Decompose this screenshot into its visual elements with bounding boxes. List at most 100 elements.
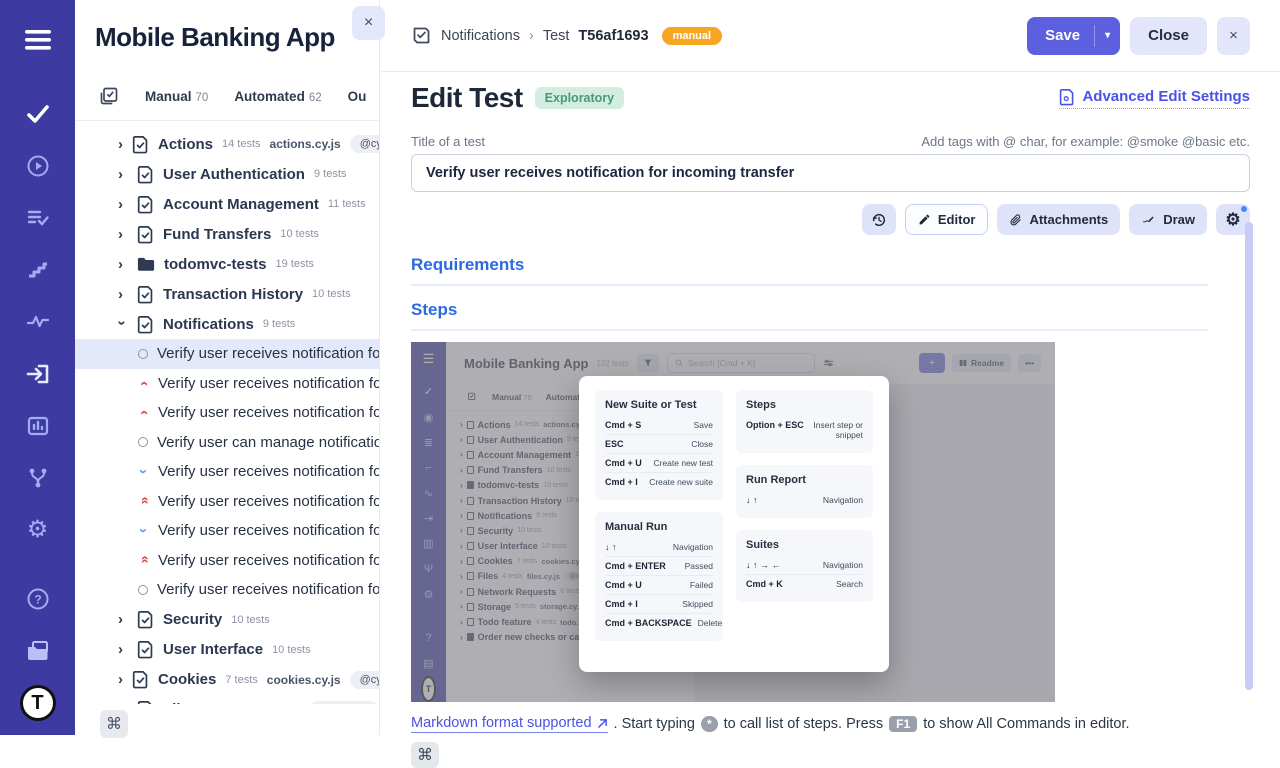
tree-suite-row[interactable]: Notifications 9 tests [75,309,379,339]
tab-editor[interactable]: Editor [905,204,989,235]
tree-suite-row[interactable]: Transaction History 10 tests [75,279,379,309]
manual-badge: manual [662,27,723,45]
external-link-icon [597,718,608,729]
suite-tab[interactable]: Manual70 [145,89,208,104]
breadcrumb-section[interactable]: Notifications [441,28,520,44]
main-header: Notifications › Test T56af1693 manual Sa… [381,0,1280,72]
save-button[interactable]: Save▾ [1027,17,1120,55]
git-branch-icon[interactable] [0,458,75,498]
advanced-edit-settings-link[interactable]: Advanced Edit Settings [1059,88,1250,109]
chevron-icon[interactable] [118,196,128,213]
activity-pulse-icon[interactable] [0,302,75,342]
tree-suite-row[interactable]: User Authentication 9 tests [75,159,379,189]
tree-suite-row[interactable]: Actions 14 tests actions.cy.js @cypre [75,129,379,159]
chevron-icon[interactable] [118,641,128,658]
chevron-icon[interactable] [118,286,128,303]
card-rows: Option + ESCInsert step or snippet [746,416,863,444]
shortcut-action: Search [836,579,863,589]
steps-heading[interactable]: Steps [411,300,1208,331]
priority-icon [137,524,150,537]
tab-label: Manual [145,89,192,104]
tree-suite-row[interactable]: Files 4 tests files.cy.js @cypress [75,695,379,705]
checklist-icon[interactable] [0,198,75,238]
suite-panel-header: Mobile Banking App × [75,0,379,76]
chevron-icon[interactable] [114,320,131,330]
suite-test-count: 10 tests [272,644,311,656]
test-row[interactable]: Verify user receives notification fo [75,369,379,399]
tree-suite-row[interactable]: User Interface 10 tests [75,635,379,665]
gear-icon: ⚙ [1225,211,1240,228]
paperclip-icon [1009,213,1022,227]
shortcut-key: Cmd + U [605,458,642,468]
test-row[interactable]: Verify user receives notification fo [75,398,379,428]
tree-suite-row[interactable]: Security 10 tests [75,605,379,635]
shortcut-action: Navigation [823,560,863,570]
steps-stairs-icon[interactable] [0,250,75,290]
suite-filter-tabs: Manual70 Automated62 Ou [75,76,379,121]
suite-type-icon [137,225,154,244]
close-x-button[interactable]: × [1217,17,1250,55]
save-dropdown-caret[interactable]: ▾ [1094,25,1120,47]
shortcut-action: Save [694,420,713,430]
history-button[interactable] [862,204,896,235]
chevron-icon[interactable] [118,701,128,704]
help-icon[interactable]: ? [0,579,75,619]
test-title-input[interactable] [411,154,1250,192]
test-row[interactable]: Verify user receives notification fo [75,339,379,369]
helper-text-3: to show All Commands in editor. [923,716,1129,732]
tab-attachments[interactable]: Attachments [997,204,1120,235]
check-runs-icon[interactable] [0,94,75,134]
card-title: Manual Run [605,521,713,533]
bar-chart-icon[interactable] [0,406,75,446]
multi-select-icon[interactable] [99,86,119,106]
test-row[interactable]: Verify user receives notification fo [75,516,379,546]
markdown-supported-link[interactable]: Markdown format supported [411,715,608,733]
sign-in-icon[interactable] [0,354,75,394]
tab-draw[interactable]: Draw [1129,204,1207,235]
tree-suite-row[interactable]: Account Management 11 tests [75,189,379,219]
card-rows: Cmd + SSaveESCCloseCmd + UCreate new tes… [605,416,713,491]
suite-test-count: 19 tests [276,258,315,270]
advanced-link-label: Advanced Edit Settings [1082,88,1250,105]
tree-suite-row[interactable]: todomvc-tests 19 tests [75,249,379,279]
attachments-tab-label: Attachments [1029,212,1108,227]
command-key-hint[interactable]: ⌘ [411,742,439,768]
suite-tab[interactable]: Automated62 [234,89,321,104]
settings-gear-icon[interactable]: ⚙ [0,510,75,550]
test-row[interactable]: Verify user receives notification fo [75,457,379,487]
shortcut-action: Insert step or snippet [810,420,863,440]
test-row[interactable]: Verify user receives notification fo [75,546,379,576]
projects-folders-icon[interactable] [0,631,75,671]
editor-toolbar: Editor Attachments Draw ⚙ [411,204,1250,235]
markdown-link-label: Markdown format supported [411,715,592,731]
chevron-icon[interactable] [118,226,128,243]
play-circle-icon[interactable] [0,146,75,186]
vertical-scrollbar[interactable] [1245,222,1253,690]
shortcut-key: ↓ ↑ [746,495,758,505]
card-title: Suites [746,539,863,551]
test-row[interactable]: Verify user receives notification fo [75,575,379,605]
suite-name: Transaction History [163,286,303,303]
close-button[interactable]: Close [1130,17,1207,55]
hamburger-menu-icon[interactable] [0,20,75,60]
chevron-icon[interactable] [118,256,128,273]
helper-text-1: . Start typing [614,716,695,732]
title-field-label: Title of a test [411,134,485,149]
shortcuts-card-new-suite: New Suite or Test Cmd + SSaveESCCloseCmd… [595,390,723,500]
chevron-icon[interactable] [118,136,123,153]
command-key-hint[interactable]: ⌘ [100,710,128,738]
panel-close-button[interactable]: × [352,6,385,40]
suite-tab[interactable]: Ou [348,89,367,104]
test-row[interactable]: Verify user receives notification fo [75,487,379,517]
test-row[interactable]: Verify user can manage notificatio [75,428,379,458]
chevron-icon[interactable] [118,611,128,628]
shortcut-action: Skipped [682,599,713,609]
chevron-icon[interactable] [118,166,128,183]
chevron-icon[interactable] [118,671,123,688]
tree-suite-row[interactable]: Cookies 7 tests cookies.cy.js @cypres [75,665,379,695]
suite-name: Files [163,701,197,704]
shortcut-action: Navigation [673,542,713,552]
requirements-heading[interactable]: Requirements [411,255,1208,286]
app-logo[interactable]: T [0,683,75,723]
tree-suite-row[interactable]: Fund Transfers 10 tests [75,219,379,249]
